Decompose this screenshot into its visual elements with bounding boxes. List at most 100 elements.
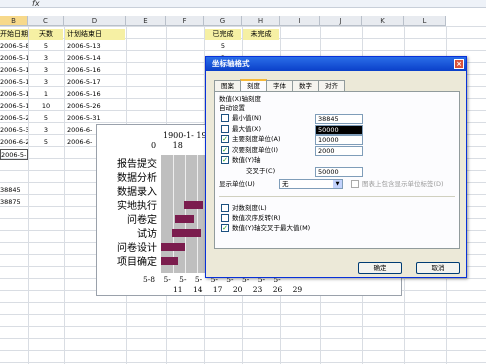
auto-label: 自动设置 <box>219 104 245 112</box>
column-header-f[interactable]: F <box>166 16 204 26</box>
header-start-date[interactable]: 开始日期 <box>0 29 28 40</box>
column-header-e[interactable]: E <box>126 16 166 26</box>
cell-start[interactable]: 2006-5-30 <box>0 125 28 136</box>
cell-end[interactable]: 2006-5-13 <box>67 41 125 52</box>
display-units-select[interactable]: 无 ▼ <box>279 179 343 189</box>
cell-start[interactable]: 2006-5-11 <box>0 53 28 64</box>
gantt-bar[interactable] <box>171 229 202 237</box>
header-end-date[interactable]: 计划结束日 <box>65 29 125 40</box>
dialog-tabs: 图案 刻度 字体 数字 对齐 <box>214 79 345 91</box>
x-tick-label: 5- <box>194 275 203 284</box>
log-scale-label: 对数刻度(L) <box>232 204 267 212</box>
column-header-d[interactable]: D <box>64 16 126 26</box>
tab-2[interactable]: 字体 <box>266 80 293 91</box>
header-undone[interactable]: 未完成 <box>243 29 279 40</box>
cell-start[interactable]: 2006-5-14 <box>0 77 28 88</box>
format-axis-dialog[interactable]: 坐标轴格式 × 图案 刻度 字体 数字 对齐 数值(X)轴刻度 自动设置 最小值(N) 3… <box>205 56 467 278</box>
header-done[interactable]: 已完成 <box>205 29 241 40</box>
formula-bar[interactable]: fx <box>0 0 486 8</box>
scale-value-input[interactable]: 50000 <box>315 166 363 177</box>
cell-done[interactable]: 5 <box>205 41 241 52</box>
cell-start[interactable]: 2006-5-8 <box>0 41 28 52</box>
header-days[interactable]: 天数 <box>29 29 63 40</box>
cell-start[interactable]: 2006-5-15 <box>0 89 28 100</box>
scale-value-input[interactable]: 38845 <box>315 114 363 124</box>
cell-days[interactable]: 10 <box>29 101 63 112</box>
cell-extra-date[interactable]: 2006-5-16 <box>0 149 28 160</box>
auto-checkbox[interactable] <box>221 124 229 133</box>
section-title: 数值(X)轴刻度 <box>219 95 262 103</box>
column-header-j[interactable]: J <box>320 16 362 26</box>
tick-label: 0 <box>151 141 157 150</box>
cell-end[interactable]: 2006-5-14 <box>67 53 125 64</box>
column-header-c[interactable]: C <box>28 16 64 26</box>
cell-end[interactable]: 2006-5-17 <box>67 77 125 88</box>
cell-days[interactable]: 3 <box>29 77 63 88</box>
cancel-button[interactable]: 取消 <box>416 262 460 274</box>
reverse-order-checkbox[interactable] <box>221 214 229 222</box>
ok-button[interactable]: 确定 <box>358 262 402 274</box>
cell-start[interactable]: 2006-6-2 <box>0 137 28 148</box>
display-units-label: 显示单位(U) <box>219 180 255 188</box>
divider <box>219 196 455 197</box>
tab-4[interactable]: 对齐 <box>318 80 345 91</box>
task-label: 问卷定 <box>127 215 157 226</box>
task-label: 项目确定 <box>117 257 157 268</box>
x-axis-ticks-secondary: 11 14 17 20 23 26 29 <box>173 285 302 294</box>
x-tick-label: 23 <box>252 285 263 294</box>
cell-days[interactable]: 3 <box>29 65 63 76</box>
column-header-h[interactable]: H <box>242 16 280 26</box>
cell-extra-number[interactable]: 38845 <box>0 185 28 196</box>
cell-end[interactable]: 2006-5-31 <box>67 113 125 124</box>
cell-end[interactable]: 2006-5-26 <box>67 101 125 112</box>
scale-row-label: 交叉于(C) <box>246 166 276 175</box>
gantt-bar[interactable] <box>161 257 178 265</box>
grid-line <box>64 26 65 364</box>
auto-checkbox[interactable]: ✓ <box>221 145 229 154</box>
cell-days[interactable]: 5 <box>29 113 63 124</box>
column-header-k[interactable]: K <box>362 16 404 26</box>
fx-icon[interactable]: fx <box>32 0 40 8</box>
plot-area[interactable] <box>161 155 209 273</box>
close-icon[interactable]: × <box>454 59 464 69</box>
gridline <box>185 155 186 273</box>
scale-value-input[interactable]: 50000 <box>315 124 363 135</box>
auto-checkbox[interactable] <box>221 114 229 122</box>
x-tick-label: 17 <box>212 285 223 294</box>
column-header-g[interactable]: G <box>204 16 242 26</box>
tab-1[interactable]: 刻度 <box>240 79 267 91</box>
gantt-bar[interactable] <box>175 215 194 223</box>
cell-days[interactable]: 5 <box>29 137 63 148</box>
cell-start[interactable]: 2006-5-26 <box>0 113 28 124</box>
task-label: 试访 <box>137 229 157 240</box>
column-header-i[interactable]: I <box>280 16 320 26</box>
cell-extra-number[interactable]: 38875 <box>0 197 28 208</box>
cell-start[interactable]: 2006-5-13 <box>0 65 28 76</box>
scale-value-input[interactable]: 2000 <box>315 145 363 156</box>
column-header-b[interactable]: B <box>0 16 28 26</box>
cell-days[interactable]: 3 <box>29 53 63 64</box>
gridline <box>197 155 198 273</box>
log-scale-checkbox[interactable] <box>221 204 229 212</box>
chevron-down-icon[interactable]: ▼ <box>333 180 342 188</box>
x-tick-label: 5- <box>163 275 171 284</box>
dialog-titlebar[interactable]: 坐标轴格式 × <box>206 57 466 71</box>
gantt-bar[interactable] <box>183 201 203 209</box>
tab-0[interactable]: 图案 <box>214 80 241 91</box>
cell-days[interactable]: 5 <box>29 41 63 52</box>
cell-start[interactable]: 2006-5-16 <box>0 101 28 112</box>
x-tick-label: 26 <box>272 285 283 294</box>
scale-value-input[interactable]: 10000 <box>315 135 363 145</box>
auto-checkbox[interactable]: ✓ <box>221 135 229 143</box>
auto-checkbox[interactable]: ✓ <box>221 156 229 164</box>
cell-end[interactable]: 2006-5-16 <box>67 89 125 100</box>
cell-end[interactable]: 2006-5-16 <box>67 65 125 76</box>
gantt-bar[interactable] <box>161 243 185 251</box>
cell-days[interactable]: 3 <box>29 125 63 136</box>
tab-3[interactable]: 数字 <box>292 80 319 91</box>
column-header-l[interactable]: L <box>404 16 446 26</box>
cell-days[interactable]: 1 <box>29 89 63 100</box>
cross-at-max-checkbox[interactable]: ✓ <box>221 224 229 232</box>
show-units-checkbox[interactable] <box>351 180 359 188</box>
scale-panel: 数值(X)轴刻度 自动设置 最小值(N) 38845 最大值(X) 50000 ✓ 主要刻… <box>214 91 460 249</box>
